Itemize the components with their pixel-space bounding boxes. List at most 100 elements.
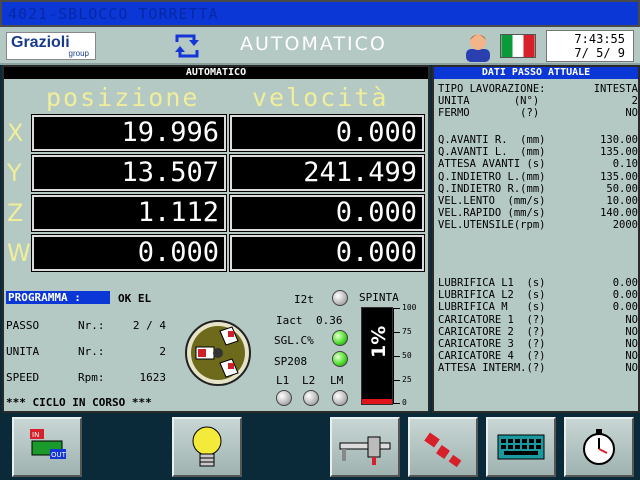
position-value-w: 0.000: [31, 234, 227, 272]
velocity-value-w: 0.000: [229, 234, 425, 272]
param-label: CARICATORE 1 (?): [438, 313, 546, 326]
param-value: 0.00: [612, 301, 638, 314]
param-value: NO: [625, 350, 638, 363]
param-row: FERMO (?) NO: [438, 108, 638, 119]
tick-25: 25: [402, 375, 412, 384]
param-row: CARICATORE 2 (?) NO: [438, 325, 638, 338]
param-row: CARICATORE 1 (?) NO: [438, 313, 638, 326]
keyboard-button[interactable]: [486, 417, 556, 477]
keyboard-icon: [497, 434, 545, 460]
param-value: 135.00: [600, 146, 638, 159]
param-label: LUBRIFICA L2 (s): [438, 289, 546, 302]
param-label: Q.AVANTI L. (mm): [438, 146, 546, 159]
position-value-x: 19.996: [31, 114, 227, 152]
stopwatch-button[interactable]: [564, 417, 634, 477]
step-label: PASSO: [6, 319, 40, 332]
param-row: VEL.RAPIDO (mm/s) 140.00: [438, 208, 638, 219]
param-label: VEL.RAPIDO (mm/s): [438, 207, 546, 220]
param-label: ATTESA INTERM.(?): [438, 362, 546, 375]
param-row: VEL.LENTO (mm/s) 10.00: [438, 196, 638, 207]
param-row: LUBRIFICA L2 (s) 0.00: [438, 290, 638, 301]
unit-nr-label: Nr.:: [78, 345, 105, 358]
operator-icon[interactable]: [464, 30, 492, 62]
param-value: 2000: [612, 219, 638, 232]
tick-100: 100: [402, 303, 417, 312]
alarm-bar[interactable]: 4021-SBLOCCO TORRETTA: [0, 0, 640, 27]
param-label: VEL.LENTO (mm/s): [438, 195, 546, 207]
param-value: 10.00: [606, 195, 638, 207]
param-value: NO: [625, 325, 638, 338]
tools-button[interactable]: [408, 417, 478, 477]
i2t-label: I2t: [294, 293, 314, 306]
spinta-bar: 1%: [361, 307, 393, 405]
sgl-label: SGL.C%: [274, 334, 314, 347]
tick-75: 75: [402, 327, 412, 336]
axis-label-x: X: [7, 119, 24, 147]
grazioli-logo: Grazioli group: [6, 32, 96, 60]
speed-rpm-label: Rpm:: [78, 371, 105, 384]
l1-led: [276, 390, 292, 406]
param-row: Q.INDIETRO R.(mm) 50.00: [438, 182, 638, 195]
tools-icon: [424, 432, 462, 468]
caliper-icon: [339, 436, 391, 465]
iact-value: 0.36: [316, 314, 343, 327]
param-row: TIPO LAVORAZIONE: INTESTA: [438, 84, 638, 95]
param-row: LUBRIFICA M (s) 0.00: [438, 302, 638, 313]
param-value: 0.10: [612, 158, 638, 171]
current-step-panel: DATI PASSO ATTUALE TIPO LAVORAZIONE: INTE…: [432, 65, 640, 413]
param-label: LUBRIFICA M (s): [438, 301, 546, 314]
axis-label-z: Z: [7, 199, 24, 227]
param-row: ATTESA AVANTI (s) 0.10: [438, 159, 638, 170]
sp208-label: SP208: [274, 355, 308, 368]
lm-led: [332, 390, 348, 406]
l1-label: L1: [276, 374, 290, 387]
speed-label: SPEED: [6, 371, 40, 384]
caliper-button[interactable]: [330, 417, 400, 477]
param-row: LUBRIFICA L1 (s) 0.00: [438, 278, 638, 289]
velocity-value-x: 0.000: [229, 114, 425, 152]
param-label: TIPO LAVORAZIONE:: [438, 83, 546, 95]
param-value: 0.00: [612, 289, 638, 302]
refresh-cycle-icon[interactable]: [172, 31, 202, 61]
spinta-fill: [362, 399, 392, 404]
panel-title: AUTOMATICO: [4, 67, 428, 79]
unit-label: UNITA: [6, 345, 40, 358]
clock-date: 7/ 5/ 9: [574, 46, 625, 60]
clock-time: 7:43:55: [574, 32, 625, 46]
param-value: 130.00: [600, 134, 638, 146]
l2-label: L2: [302, 374, 316, 387]
italian-flag-icon[interactable]: [500, 34, 536, 58]
param-value: NO: [625, 313, 638, 326]
mode-title: AUTOMATICO: [240, 33, 387, 55]
param-value: 0.00: [612, 277, 638, 289]
param-row: ATTESA INTERM.(?) NO: [438, 363, 638, 374]
param-label: CARICATORE 3 (?): [438, 338, 546, 350]
axis-label-w: W: [7, 239, 31, 267]
io-diagnostics-icon: IN OUT: [30, 429, 67, 459]
i2t-led: [332, 290, 348, 306]
l2-led: [303, 390, 319, 406]
position-header: posizione: [46, 83, 200, 112]
param-label: UNITA (N°): [438, 95, 540, 108]
param-label: CARICATORE 2 (?): [438, 325, 546, 338]
param-label: LUBRIFICA L1 (s): [438, 277, 546, 289]
param-value: 50.00: [606, 182, 638, 195]
param-row: Q.AVANTI R. (mm) 130.00: [438, 135, 638, 146]
logo-sub: group: [68, 49, 89, 58]
param-label: VEL.UTENSILE(rpm): [438, 219, 546, 232]
param-value: INTESTA: [593, 83, 638, 95]
param-label: FERMO (?): [438, 107, 540, 120]
io-diagnostics-button[interactable]: IN OUT: [12, 417, 82, 477]
param-label: ATTESA AVANTI (s): [438, 158, 546, 171]
param-row: Q.INDIETRO L.(mm) 135.00: [438, 171, 638, 183]
step-nr-label: Nr.:: [78, 319, 105, 332]
program-label[interactable]: PROGRAMMA :: [6, 291, 110, 304]
param-value: 140.00: [600, 207, 638, 220]
param-value: NO: [625, 338, 638, 350]
velocity-value-y: 241.499: [229, 154, 425, 192]
param-label: Q.AVANTI R. (mm): [438, 134, 546, 146]
param-value: 2: [631, 95, 638, 108]
speed-value: 1623: [139, 371, 167, 384]
axis-label-y: Y: [7, 159, 22, 187]
light-button[interactable]: [172, 417, 242, 477]
